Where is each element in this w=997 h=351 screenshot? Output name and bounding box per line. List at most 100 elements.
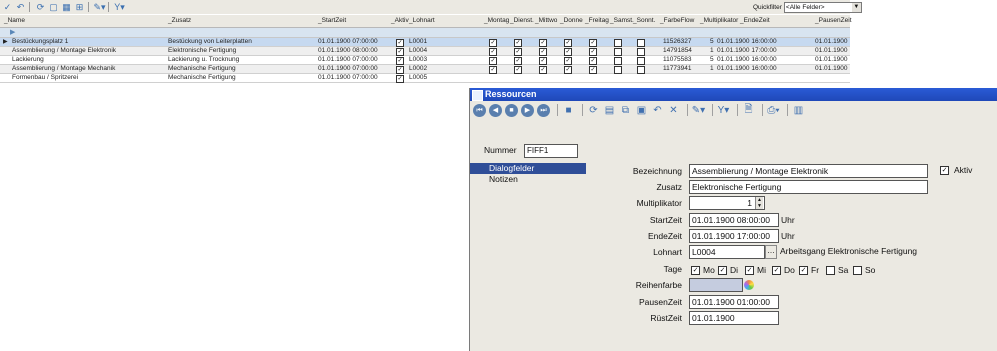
quickfilter-select[interactable]: <Alle Felder> ▼	[783, 2, 862, 13]
day-cell-checkbox[interactable]: ✓	[564, 57, 572, 65]
day-cell-checkbox[interactable]: ✓	[589, 48, 597, 56]
multiplikator-spinner[interactable]: ▲ ▼	[755, 197, 763, 209]
check-icon[interactable]: ✓	[2, 2, 13, 13]
day-cell-checkbox[interactable]: ✓	[489, 48, 497, 56]
day-cell-checkbox[interactable]: ✓	[589, 39, 597, 47]
copy-icon[interactable]: ⧉	[619, 104, 632, 117]
delete-icon[interactable]: ✕	[667, 104, 680, 117]
aktiv-checkbox[interactable]: ✓	[940, 166, 949, 175]
grid-icon[interactable]: ▦	[61, 2, 72, 13]
aktiv-cell-checkbox[interactable]: ✓	[396, 39, 404, 47]
col-header-startzeit[interactable]: _StartZeit	[318, 17, 346, 24]
day-checkbox-do[interactable]: ✓	[772, 266, 781, 275]
day-cell-checkbox[interactable]	[614, 39, 622, 47]
col-header-name[interactable]: _Name	[4, 17, 25, 24]
aktiv-cell-checkbox[interactable]: ✓	[396, 57, 404, 65]
table-row[interactable]: Assemblierung / Montage Mechanik Mechanis…	[0, 65, 850, 74]
lohnart-field[interactable]: L0004	[689, 245, 765, 259]
day-checkbox-so[interactable]	[853, 266, 862, 275]
day-cell-checkbox[interactable]: ✓	[539, 48, 547, 56]
day-cell-checkbox[interactable]	[614, 48, 622, 56]
new-record-icon[interactable]: ▤	[603, 104, 616, 117]
day-cell-checkbox[interactable]: ✓	[564, 39, 572, 47]
day-cell-checkbox[interactable]: ✓	[489, 66, 497, 74]
col-header-donnerstag[interactable]: _Donne	[560, 17, 583, 24]
day-cell-checkbox[interactable]: ✓	[514, 48, 522, 56]
table-row[interactable]: Formenbau / Spritzerei Mechanische Fertig…	[0, 74, 850, 83]
palette-icon[interactable]	[744, 280, 754, 290]
col-header-dienstag[interactable]: _Dienst.	[510, 17, 534, 24]
col-header-montag[interactable]: _Montag	[484, 17, 509, 24]
bezeichnung-field[interactable]: Assemblierung / Montage Elektronik	[689, 164, 928, 178]
day-checkbox-mi[interactable]: ✓	[745, 266, 754, 275]
tools-icon[interactable]: ✎▾	[692, 104, 705, 117]
day-cell-checkbox[interactable]	[637, 48, 645, 56]
layout-icon[interactable]: ⊞	[74, 2, 85, 13]
day-cell-checkbox[interactable]: ✓	[564, 66, 572, 74]
grid-filter-row[interactable]: ▶	[0, 28, 850, 38]
next-record-icon[interactable]: ▶	[521, 103, 534, 117]
document-icon[interactable]: 🗎	[742, 104, 755, 117]
day-cell-checkbox[interactable]: ✓	[539, 66, 547, 74]
table-row[interactable]: Assemblierung / Montage Elektronik Elektr…	[0, 47, 850, 56]
nummer-input[interactable]: FIFF1	[524, 144, 578, 158]
day-cell-checkbox[interactable]	[614, 66, 622, 74]
stop-icon[interactable]: ■	[505, 103, 518, 117]
startzeit-field[interactable]: 01.01.1900 08:00:00	[689, 213, 779, 227]
calculator-icon[interactable]: ▥	[792, 104, 805, 117]
multiplikator-field[interactable]: 1	[689, 196, 765, 210]
filter-icon[interactable]: Y▾	[717, 104, 730, 117]
day-cell-checkbox[interactable]: ✓	[489, 39, 497, 47]
day-cell-checkbox[interactable]: ✓	[589, 66, 597, 74]
day-checkbox-mo[interactable]: ✓	[691, 266, 700, 275]
col-header-aktiv[interactable]: _Aktiv	[391, 17, 409, 24]
new-icon[interactable]: ▢	[48, 2, 59, 13]
day-cell-checkbox[interactable]: ✓	[589, 57, 597, 65]
refresh-icon[interactable]: ⟳	[35, 2, 46, 13]
day-checkbox-di[interactable]: ✓	[718, 266, 727, 275]
col-header-farbeflow[interactable]: _FarbeFlow	[660, 17, 694, 24]
table-row[interactable]: ▶ Bestückungsplatz 1 Bestückung von Leiter…	[0, 38, 850, 47]
day-cell-checkbox[interactable]: ✓	[539, 57, 547, 65]
col-header-freitag[interactable]: _Freitag	[585, 17, 609, 24]
day-cell-checkbox[interactable]	[637, 57, 645, 65]
col-header-lohnart[interactable]: _Lohnart	[409, 17, 435, 24]
pausenzeit-field[interactable]: 01.01.1900 01:00:00	[689, 295, 779, 309]
tools-icon[interactable]: ✎▾	[93, 2, 105, 13]
day-checkbox-fr[interactable]: ✓	[799, 266, 808, 275]
refresh-icon[interactable]: ⟳	[587, 104, 600, 117]
aktiv-cell-checkbox[interactable]: ✓	[396, 66, 404, 74]
last-record-icon[interactable]: ⏭	[537, 103, 550, 117]
stop-square-icon[interactable]: ■	[562, 104, 575, 117]
endezeit-field[interactable]: 01.01.1900 17:00:00	[689, 229, 779, 243]
save-icon[interactable]: ▣	[635, 104, 648, 117]
day-cell-checkbox[interactable]	[637, 39, 645, 47]
day-cell-checkbox[interactable]: ✓	[564, 48, 572, 56]
col-header-samstag[interactable]: _Samst.	[610, 17, 634, 24]
day-cell-checkbox[interactable]: ✓	[514, 66, 522, 74]
col-header-endezeit[interactable]: _EndeZeit	[740, 17, 770, 24]
chevron-down-icon[interactable]: ▼	[851, 3, 861, 12]
zusatz-field[interactable]: Elektronische Fertigung	[689, 180, 928, 194]
table-row[interactable]: Lackierung Lackierung u. Trocknung 01.01.1…	[0, 56, 850, 65]
day-cell-checkbox[interactable]	[614, 57, 622, 65]
undo-icon[interactable]: ↶	[15, 2, 26, 13]
aktiv-cell-checkbox[interactable]: ✓	[396, 75, 404, 83]
aktiv-cell-checkbox[interactable]: ✓	[396, 48, 404, 56]
undo-icon[interactable]: ↶	[651, 104, 664, 117]
col-header-mittwoch[interactable]: _Mittwo	[535, 17, 557, 24]
filter-icon[interactable]: Y▾	[114, 2, 125, 13]
col-header-zusatz[interactable]: _Zusatz	[168, 17, 191, 24]
day-cell-checkbox[interactable]: ✓	[514, 57, 522, 65]
first-record-icon[interactable]: ⏮	[473, 103, 486, 117]
dialog-title-bar[interactable]: Ressourcen	[470, 88, 997, 101]
day-cell-checkbox[interactable]: ✓	[489, 57, 497, 65]
ruestzeit-field[interactable]: 01.01.1900	[689, 311, 779, 325]
prev-record-icon[interactable]: ◀	[489, 103, 502, 117]
day-cell-checkbox[interactable]	[637, 66, 645, 74]
reihenfarbe-field[interactable]	[689, 278, 743, 292]
day-checkbox-sa[interactable]	[826, 266, 835, 275]
col-header-sonntag[interactable]: _Sonnt.	[633, 17, 655, 24]
day-cell-checkbox[interactable]: ✓	[514, 39, 522, 47]
lohnart-lookup-button[interactable]: …	[765, 245, 777, 259]
